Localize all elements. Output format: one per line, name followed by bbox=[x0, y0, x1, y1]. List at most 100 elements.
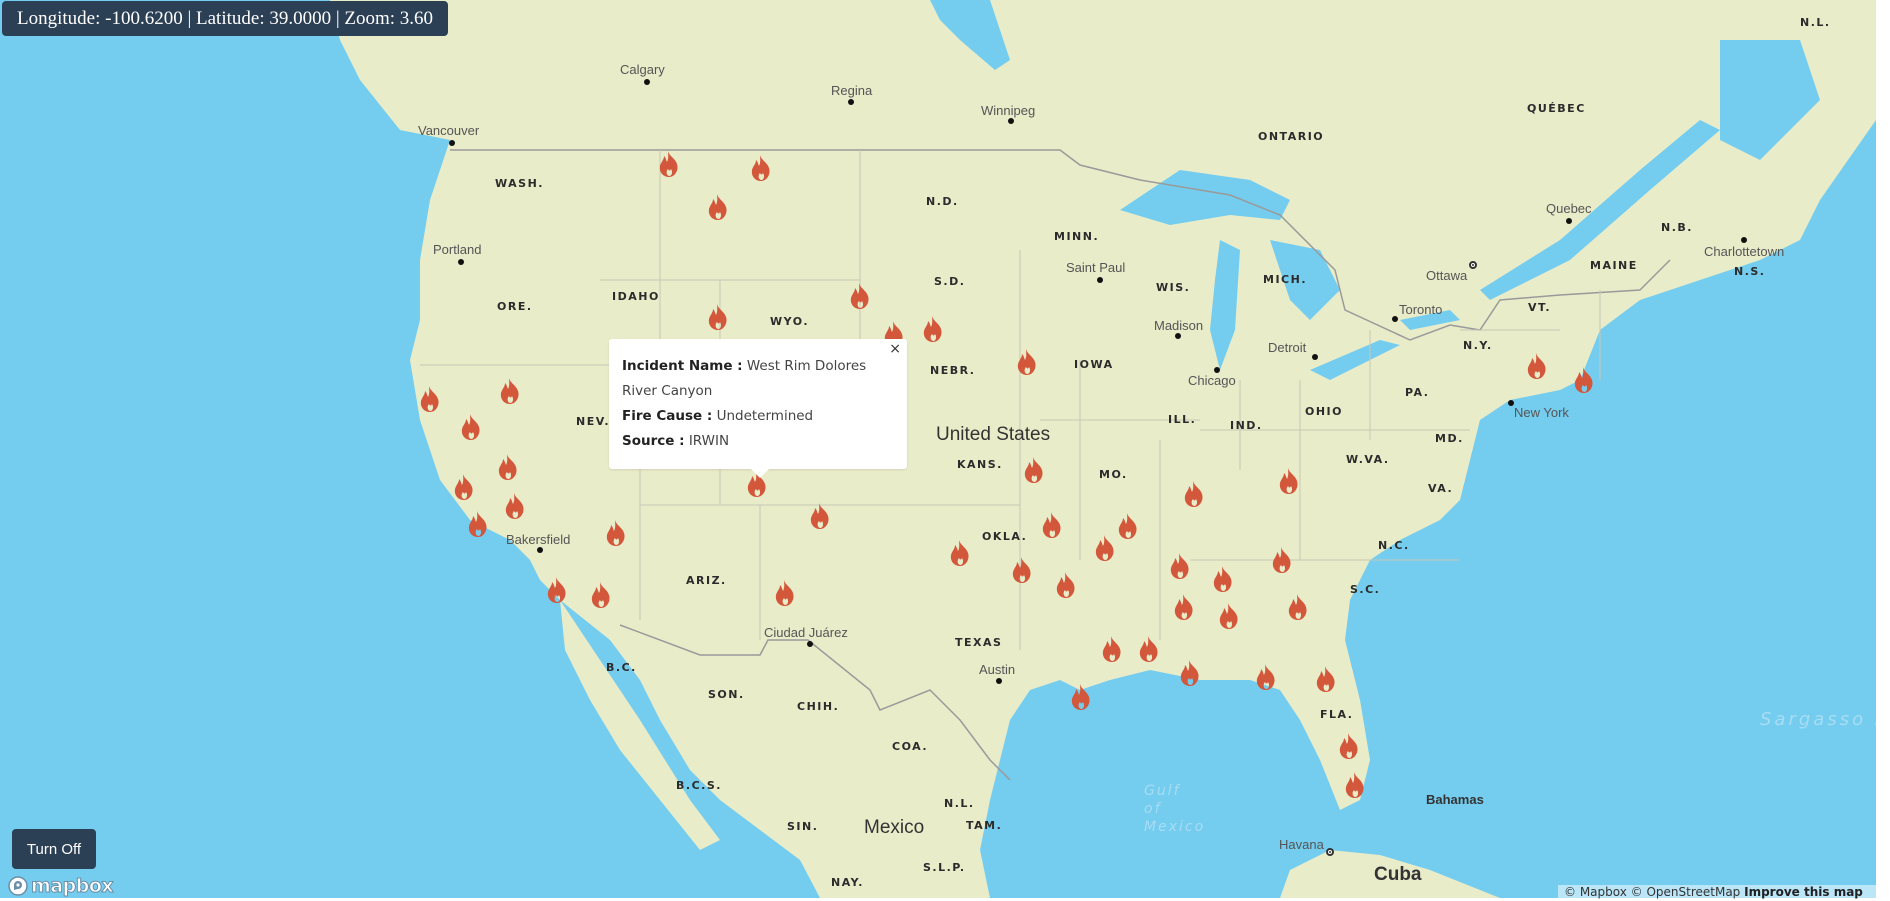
fire-marker-icon[interactable] bbox=[1069, 683, 1093, 711]
label-state: VA. bbox=[1428, 482, 1454, 495]
fire-marker-icon[interactable] bbox=[1172, 593, 1196, 621]
label-city: Vancouver bbox=[418, 123, 480, 138]
popup-content: Incident Name : West Rim Dolores River C… bbox=[609, 339, 907, 454]
fire-marker-icon[interactable] bbox=[1572, 366, 1596, 394]
fire-marker-icon[interactable] bbox=[466, 510, 490, 538]
label-state: ARIZ. bbox=[686, 574, 727, 587]
turn-off-button[interactable]: Turn Off bbox=[12, 829, 96, 869]
fire-marker-icon[interactable] bbox=[503, 492, 527, 520]
fire-marker-icon[interactable] bbox=[706, 193, 730, 221]
popup-source: Source : IRWIN bbox=[622, 429, 894, 454]
label-state: N.C. bbox=[1378, 539, 1410, 552]
fire-marker-icon[interactable] bbox=[1010, 556, 1034, 584]
fire-marker-icon[interactable] bbox=[1277, 467, 1301, 495]
fire-marker-icon[interactable] bbox=[1022, 456, 1046, 484]
fire-marker-icon[interactable] bbox=[657, 150, 681, 178]
label-state: NEBR. bbox=[930, 364, 976, 377]
label-state: S.L.P. bbox=[923, 861, 966, 874]
fire-marker-icon[interactable] bbox=[1178, 659, 1202, 687]
label-city: Toronto bbox=[1399, 302, 1443, 317]
fire-marker-icon[interactable] bbox=[545, 576, 569, 604]
label-state: N.S. bbox=[1734, 265, 1766, 278]
label-city: Detroit bbox=[1268, 340, 1307, 355]
fire-marker-icon[interactable] bbox=[1116, 512, 1140, 540]
label-city: Austin bbox=[979, 662, 1016, 677]
city-dot bbox=[848, 99, 854, 105]
label-water: Sargasso Sea bbox=[1760, 709, 1876, 730]
fire-marker-icon[interactable] bbox=[1093, 534, 1117, 562]
popup-label: Incident Name : bbox=[622, 358, 743, 374]
fire-marker-icon[interactable] bbox=[1182, 480, 1206, 508]
fire-marker-icon[interactable] bbox=[459, 413, 483, 441]
popup-fire-cause: Fire Cause : Undetermined bbox=[622, 404, 894, 429]
label-state: IND. bbox=[1230, 419, 1263, 432]
map-canvas[interactable]: United States Mexico Cuba WASH. ORE. IDA… bbox=[0, 0, 1876, 898]
fire-marker-icon[interactable] bbox=[1254, 663, 1278, 691]
label-state: N.B. bbox=[1661, 221, 1693, 234]
fire-marker-icon[interactable] bbox=[1015, 348, 1039, 376]
fire-marker-icon[interactable] bbox=[604, 519, 628, 547]
fire-marker-icon[interactable] bbox=[1343, 771, 1367, 799]
fire-marker-icon[interactable] bbox=[1217, 602, 1241, 630]
label-city: Ottawa bbox=[1426, 268, 1468, 283]
label-city: Calgary bbox=[620, 62, 665, 77]
label-state: N.Y. bbox=[1463, 339, 1493, 352]
label-state: MICH. bbox=[1263, 273, 1307, 286]
close-icon[interactable]: × bbox=[889, 341, 901, 357]
label-united-states: United States bbox=[936, 424, 1051, 445]
city-dot bbox=[449, 140, 455, 146]
attribution-text[interactable]: © Mapbox © OpenStreetMap bbox=[1564, 885, 1740, 899]
label-state: WIS. bbox=[1156, 281, 1191, 294]
fire-marker-icon[interactable] bbox=[1168, 552, 1192, 580]
fire-marker-icon[interactable] bbox=[1211, 565, 1235, 593]
label-city: Regina bbox=[831, 83, 873, 98]
mapbox-logo[interactable]: mapbox bbox=[8, 875, 114, 898]
fire-marker-icon[interactable] bbox=[706, 303, 730, 331]
improve-map-link[interactable]: Improve this map bbox=[1744, 885, 1863, 899]
label-state: N.D. bbox=[926, 195, 959, 208]
fire-marker-icon[interactable] bbox=[1314, 665, 1338, 693]
popup-tip bbox=[750, 468, 770, 478]
label-state: B.C. bbox=[606, 661, 637, 674]
fire-marker-icon[interactable] bbox=[496, 453, 520, 481]
fire-marker-icon[interactable] bbox=[1525, 352, 1549, 380]
city-dot bbox=[1214, 367, 1220, 373]
label-state: S.C. bbox=[1350, 583, 1381, 596]
incident-popup: × Incident Name : West Rim Dolores River… bbox=[609, 339, 907, 478]
label-cuba: Cuba bbox=[1374, 864, 1422, 885]
fire-marker-icon[interactable] bbox=[921, 315, 945, 343]
fire-marker-icon[interactable] bbox=[749, 154, 773, 182]
city-dot bbox=[537, 547, 543, 553]
attribution: © Mapbox © OpenStreetMap Improve this ma… bbox=[1558, 885, 1882, 901]
fire-marker-icon[interactable] bbox=[1040, 511, 1064, 539]
label-city: Chicago bbox=[1188, 373, 1236, 388]
fire-marker-icon[interactable] bbox=[1054, 571, 1078, 599]
label-state: VT. bbox=[1528, 301, 1552, 314]
fire-marker-icon[interactable] bbox=[808, 502, 832, 530]
label-state: OKLA. bbox=[982, 530, 1028, 543]
fire-marker-icon[interactable] bbox=[948, 539, 972, 567]
fire-marker-icon[interactable] bbox=[848, 282, 872, 310]
fire-marker-icon[interactable] bbox=[773, 579, 797, 607]
label-state: OHIO bbox=[1305, 405, 1344, 418]
label-state: MINN. bbox=[1054, 230, 1100, 243]
label-state: QUÉBEC bbox=[1527, 102, 1586, 115]
label-city: Charlottetown bbox=[1704, 244, 1785, 259]
label-state: N.L. bbox=[944, 797, 975, 810]
city-dot bbox=[458, 259, 464, 265]
fire-marker-icon[interactable] bbox=[452, 473, 476, 501]
fire-marker-icon[interactable] bbox=[418, 385, 442, 413]
coordinates-display: Longitude: -100.6200 | Latitude: 39.0000… bbox=[2, 1, 449, 36]
label-city: Portland bbox=[433, 242, 482, 257]
label-city: Winnipeg bbox=[981, 103, 1036, 118]
fire-marker-icon[interactable] bbox=[498, 377, 522, 405]
fire-marker-icon[interactable] bbox=[1270, 546, 1294, 574]
label-state: MAINE bbox=[1590, 259, 1638, 272]
fire-marker-icon[interactable] bbox=[1137, 635, 1161, 663]
city-dot bbox=[1097, 277, 1103, 283]
fire-marker-icon[interactable] bbox=[589, 581, 613, 609]
label-gulf-of-mexico: Gulf of Mexico bbox=[1144, 783, 1206, 835]
fire-marker-icon[interactable] bbox=[1100, 635, 1124, 663]
fire-marker-icon[interactable] bbox=[1337, 732, 1361, 760]
fire-marker-icon[interactable] bbox=[1286, 593, 1310, 621]
